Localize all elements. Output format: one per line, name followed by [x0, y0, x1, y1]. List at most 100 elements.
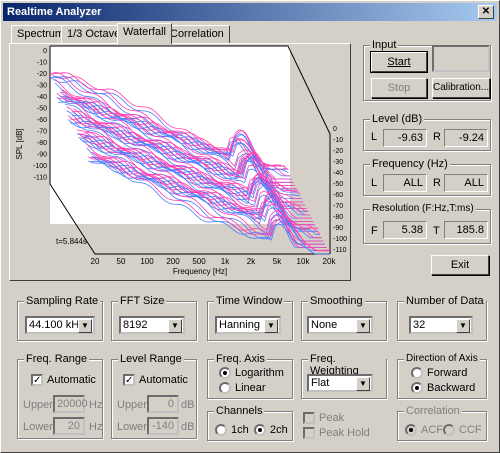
- time-window-select[interactable]: Hanning ▼: [215, 316, 281, 334]
- resolution-t-label: T: [433, 225, 440, 237]
- x-tick-label: 10k: [297, 257, 311, 266]
- level-lower-field[interactable]: -140: [147, 417, 179, 435]
- resolution-f-value: 5.38: [383, 221, 427, 239]
- frequency-r-value: ALL: [444, 174, 488, 192]
- resolution-f-label: F: [371, 225, 378, 237]
- acf-radio[interactable]: [405, 424, 417, 436]
- tab-waterfall[interactable]: Waterfall: [117, 23, 172, 44]
- channel-1-label: 1ch: [231, 424, 249, 436]
- number-of-data-select[interactable]: 32 ▼: [409, 316, 473, 334]
- input-indicator: [432, 45, 490, 72]
- right-tick-label: -40: [333, 170, 343, 177]
- level-lower-unit: dB: [181, 421, 195, 433]
- freq-axis-title: Freq. Axis: [214, 353, 267, 365]
- backward-label: Backward: [427, 382, 476, 394]
- left-tick-label: -110: [34, 175, 48, 182]
- smoothing-title: Smoothing: [308, 295, 365, 307]
- chevron-down-icon[interactable]: ▼: [356, 377, 370, 391]
- forward-radio[interactable]: [411, 367, 423, 379]
- freq-upper-field[interactable]: 20000: [53, 395, 88, 413]
- forward-label: Forward: [427, 367, 468, 379]
- right-tick-label: -10: [333, 137, 343, 144]
- x-tick-label: 100: [140, 257, 154, 266]
- level-lower-label: Lower: [117, 421, 147, 433]
- freq-lower-field[interactable]: 20: [53, 417, 85, 435]
- logarithm-label: Logarithm: [235, 367, 284, 379]
- level-upper-field[interactable]: 0: [147, 395, 179, 413]
- stop-button[interactable]: Stop: [371, 78, 427, 98]
- level-range-auto-label: Automatic: [139, 374, 188, 386]
- freq-weighting-value: Flat: [311, 377, 330, 389]
- sampling-rate-value: 44.100 kHz: [29, 319, 85, 331]
- level-group-title: Level (dB): [370, 113, 425, 125]
- frequency-l-value: ALL: [383, 174, 427, 192]
- x-tick-label: 1k: [221, 257, 230, 266]
- calibration-label: Calibration...: [433, 82, 490, 93]
- frequency-group-title: Frequency (Hz): [370, 158, 450, 170]
- chevron-down-icon[interactable]: ▼: [78, 319, 92, 333]
- logarithm-radio[interactable]: [219, 367, 231, 379]
- x-tick-label: 5k: [273, 257, 282, 266]
- left-tick-label: -100: [33, 163, 47, 170]
- freq-range-auto-checkbox[interactable]: ✓: [31, 374, 43, 386]
- start-button[interactable]: Start: [370, 51, 428, 73]
- level-range-auto-checkbox[interactable]: ✓: [123, 374, 135, 386]
- waterfall-plot: 0 -10 -20 -30 -40 -50 -60 -70 -80 -90 -100 -110 0 -10…: [15, 45, 347, 276]
- linear-label: Linear: [235, 382, 266, 394]
- right-tick-label: -30: [333, 159, 343, 166]
- smoothing-value: None: [311, 319, 338, 331]
- exit-button[interactable]: Exit: [431, 255, 489, 275]
- freq-weighting-select[interactable]: Flat ▼: [307, 374, 373, 392]
- y-axis-label: SPL [dB]: [15, 128, 24, 159]
- close-icon[interactable]: ✕: [478, 5, 494, 19]
- channels-title: Channels: [214, 405, 265, 417]
- time-label: t=5.844s: [56, 237, 87, 246]
- ccf-radio[interactable]: [443, 424, 455, 436]
- left-tick-label: -10: [37, 60, 47, 67]
- level-l-label: L: [371, 131, 378, 143]
- level-r-label: R: [433, 131, 441, 143]
- channel-1-radio[interactable]: [215, 424, 227, 436]
- fft-size-select[interactable]: 8192 ▼: [119, 316, 185, 334]
- sampling-rate-select[interactable]: 44.100 kHz ▼: [25, 316, 95, 334]
- calibration-button[interactable]: Calibration...: [432, 78, 490, 98]
- frequency-r-label: R: [433, 177, 441, 189]
- peak-label: Peak: [319, 412, 345, 424]
- freq-upper-label: Upper: [23, 399, 53, 411]
- window-title: Realtime Analyzer: [7, 6, 102, 18]
- chevron-down-icon[interactable]: ▼: [356, 319, 370, 333]
- frequency-l-label: L: [371, 177, 378, 189]
- chevron-down-icon[interactable]: ▼: [168, 319, 182, 333]
- start-label: Start: [387, 56, 411, 68]
- acf-label: ACF: [421, 424, 443, 436]
- ccf-label: CCF: [459, 424, 482, 436]
- level-r-value: -9.24: [444, 129, 488, 147]
- peak-hold-label: Peak Hold: [319, 427, 370, 439]
- right-tick-label: -100: [333, 236, 347, 243]
- left-tick-label: -50: [37, 106, 47, 113]
- resolution-t-value: 185.8: [444, 221, 488, 239]
- x-tick-label: 20k: [323, 257, 337, 266]
- right-tick-label: -70: [333, 203, 343, 210]
- stop-label: Stop: [387, 82, 411, 94]
- peak-checkbox[interactable]: [303, 412, 315, 424]
- chevron-down-icon[interactable]: ▼: [264, 319, 278, 333]
- left-tick-label: -20: [37, 71, 47, 78]
- x-tick-label: 200: [166, 257, 180, 266]
- level-upper-label: Upper: [117, 399, 147, 411]
- backward-radio[interactable]: [411, 382, 423, 394]
- tab-correlation[interactable]: Correlation: [164, 25, 230, 43]
- smoothing-select[interactable]: None ▼: [307, 316, 373, 334]
- channel-2-radio[interactable]: [254, 424, 266, 436]
- left-tick-label: -70: [37, 129, 47, 136]
- time-window-value: Hanning: [219, 319, 260, 331]
- linear-radio[interactable]: [219, 382, 231, 394]
- right-tick-label: -80: [333, 214, 343, 221]
- peak-hold-checkbox[interactable]: [303, 427, 315, 439]
- chevron-down-icon[interactable]: ▼: [456, 319, 470, 333]
- right-tick-label: -90: [333, 225, 343, 232]
- x-tick-label: 20: [91, 257, 100, 266]
- right-tick-label: -110: [333, 247, 347, 254]
- level-l-value: -9.63: [383, 129, 427, 147]
- direction-title: Direction of Axis: [404, 353, 480, 364]
